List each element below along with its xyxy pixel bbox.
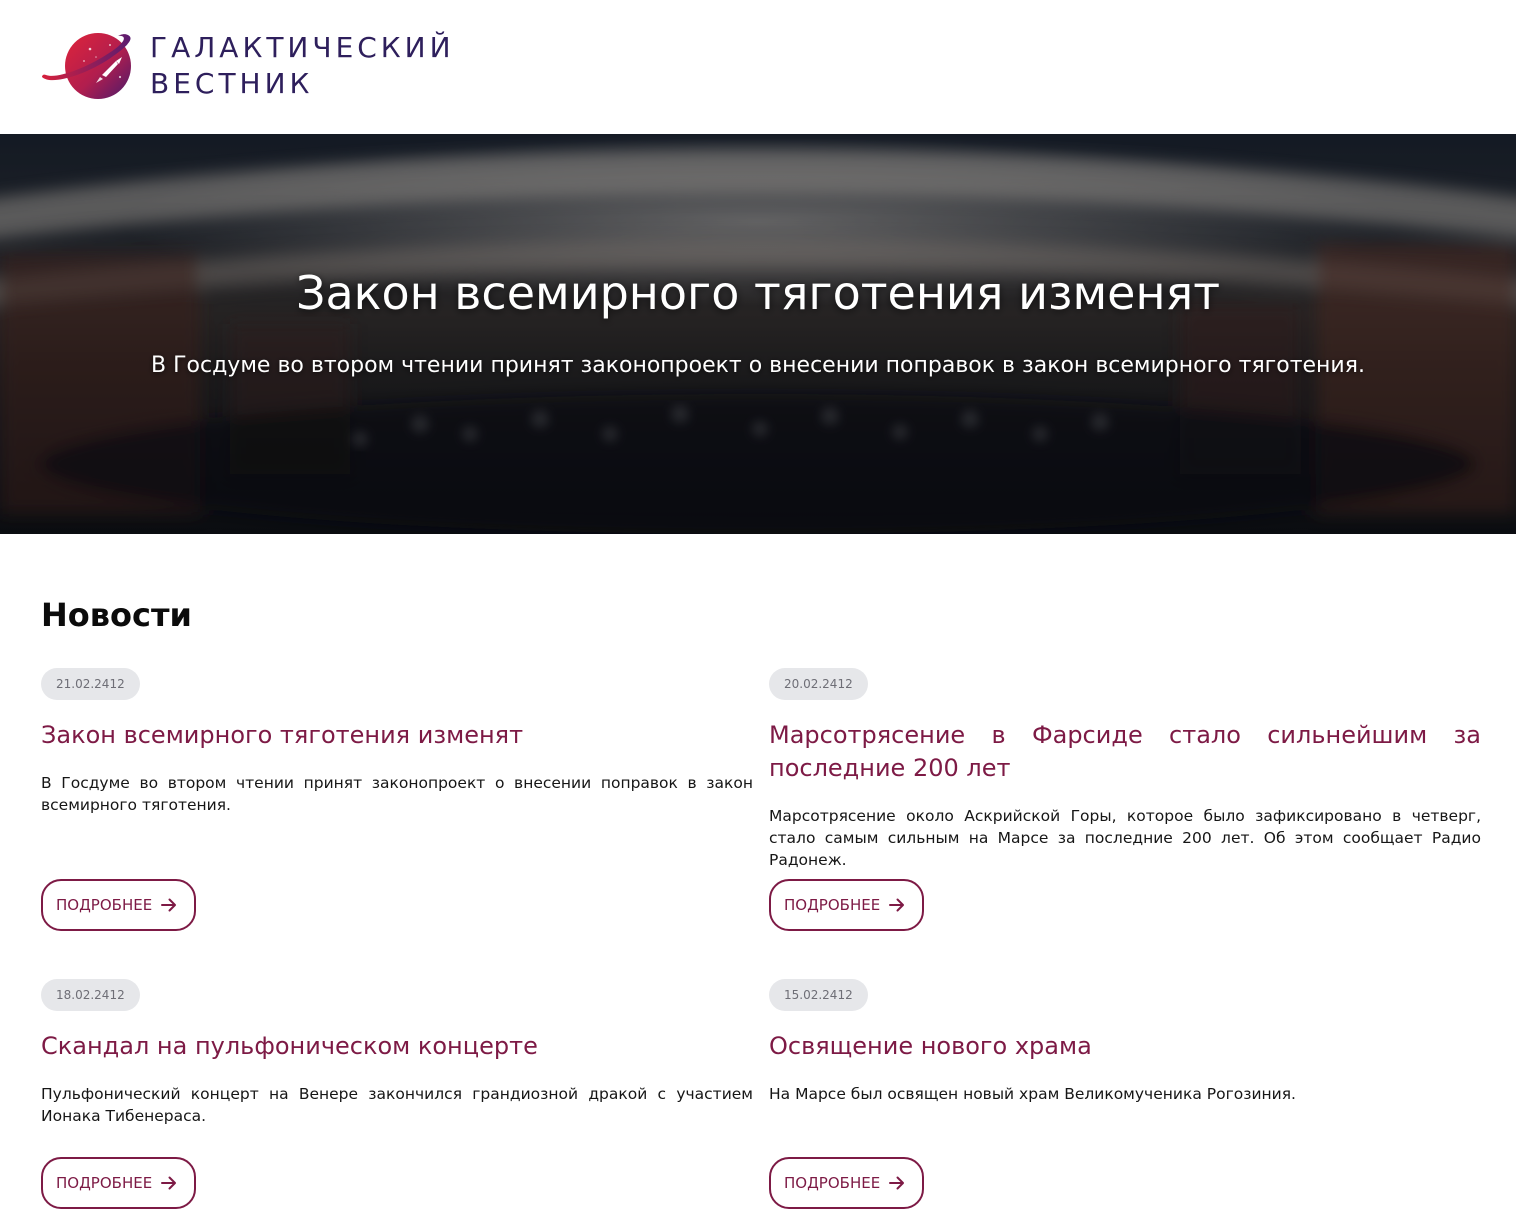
read-more-label: ПОДРОБНЕЕ bbox=[56, 1174, 153, 1192]
news-summary: Пульфонический концерт на Венере закончи… bbox=[41, 1085, 753, 1125]
hero-banner: Закон всемирного тяготения изменят В Гос… bbox=[0, 134, 1516, 534]
logo-line-1: ГАЛАКТИЧЕСКИЙ bbox=[150, 31, 455, 64]
read-more-button[interactable]: ПОДРОБНЕЕ bbox=[41, 879, 197, 931]
news-summary: В Госдуме во втором чтении принят законо… bbox=[41, 774, 753, 814]
read-more-label: ПОДРОБНЕЕ bbox=[784, 896, 881, 914]
read-more-label: ПОДРОБНЕЕ bbox=[56, 896, 153, 914]
hero-title: Закон всемирного тяготения изменят bbox=[296, 266, 1220, 320]
logo-line-2: ВЕСТНИК bbox=[150, 67, 314, 100]
logo-text: ГАЛАКТИЧЕСКИЙ ВЕСТНИК bbox=[150, 30, 455, 102]
arrow-right-icon bbox=[161, 1176, 177, 1190]
news-card: 20.02.2412 Марсотрясение в Фарсиде стало… bbox=[769, 668, 1481, 932]
news-date-badge: 18.02.2412 bbox=[41, 979, 140, 1011]
hero-background-image bbox=[0, 134, 1516, 534]
read-more-button[interactable]: ПОДРОБНЕЕ bbox=[769, 879, 925, 931]
news-summary: На Марсе был освящен новый храм Великому… bbox=[769, 1085, 1296, 1103]
news-card: 15.02.2412 Освящение нового храма На Мар… bbox=[769, 979, 1481, 1209]
news-date-badge: 15.02.2412 bbox=[769, 979, 868, 1011]
planet-rocket-icon bbox=[42, 33, 131, 99]
news-title-link[interactable]: Закон всемирного тяготения изменят bbox=[41, 719, 753, 752]
site-header: ГАЛАКТИЧЕСКИЙ ВЕСТНИК bbox=[0, 0, 1516, 134]
arrow-right-icon bbox=[889, 898, 905, 912]
news-card: 21.02.2412 Закон всемирного тяготения из… bbox=[41, 668, 753, 932]
read-more-button[interactable]: ПОДРОБНЕЕ bbox=[41, 1157, 197, 1209]
news-summary: Марсотрясение около Аскрийской Горы, кот… bbox=[769, 807, 1481, 869]
news-date-badge: 20.02.2412 bbox=[769, 668, 868, 700]
news-title-link[interactable]: Скандал на пульфоническом концерте bbox=[41, 1030, 753, 1063]
news-card: 18.02.2412 Скандал на пульфоническом кон… bbox=[41, 979, 753, 1209]
read-more-button[interactable]: ПОДРОБНЕЕ bbox=[769, 1157, 925, 1209]
logo-link[interactable]: ГАЛАКТИЧЕСКИЙ ВЕСТНИК bbox=[40, 30, 455, 102]
read-more-label: ПОДРОБНЕЕ bbox=[784, 1174, 881, 1192]
news-section-title: Новости bbox=[41, 596, 192, 634]
arrow-right-icon bbox=[889, 1176, 905, 1190]
news-title-link[interactable]: Освящение нового храма bbox=[769, 1030, 1481, 1063]
hero-subtitle: В Госдуме во втором чтении принят законо… bbox=[151, 353, 1365, 378]
news-date-badge: 21.02.2412 bbox=[41, 668, 140, 700]
arrow-right-icon bbox=[161, 898, 177, 912]
news-title-link[interactable]: Марсотрясение в Фарсиде стало сильнейшим… bbox=[769, 719, 1481, 785]
